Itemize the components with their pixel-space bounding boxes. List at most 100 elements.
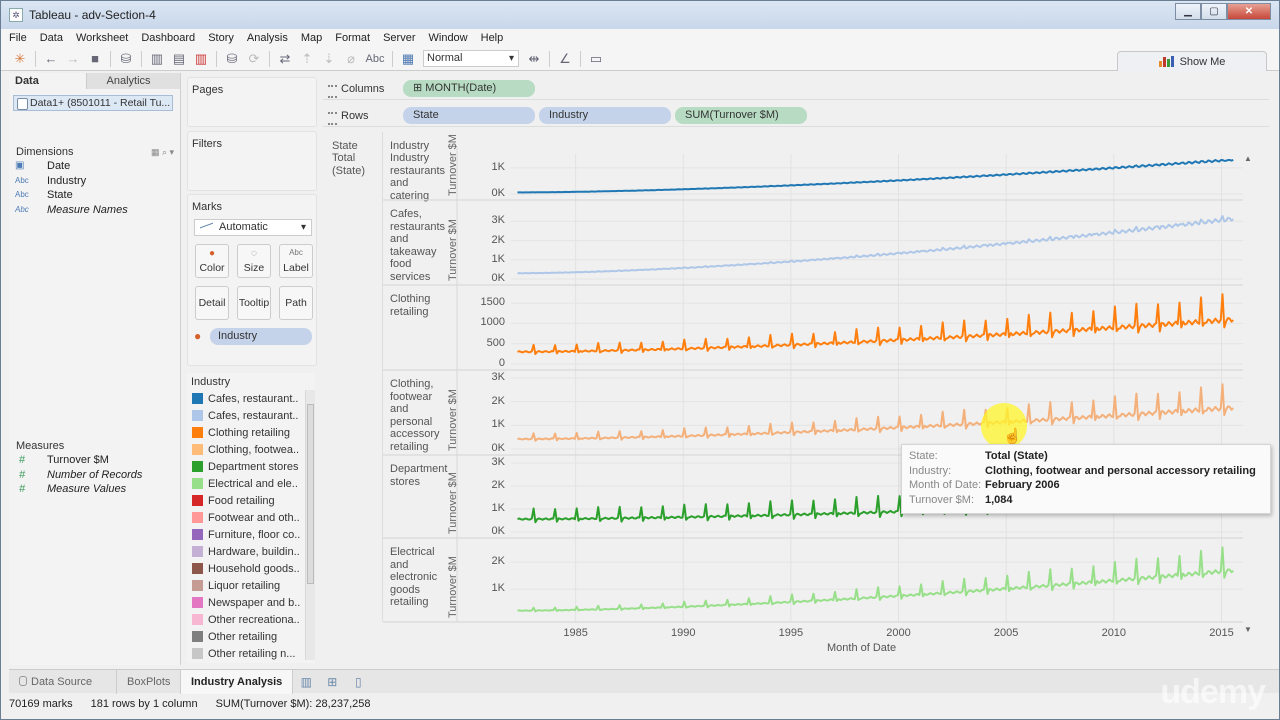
tooltip-button[interactable]: Tooltip <box>237 286 271 320</box>
menu-server[interactable]: Server <box>383 32 415 44</box>
swap-icon[interactable]: ⇄ <box>274 49 296 69</box>
legend-swatch <box>192 512 203 523</box>
industry-pill[interactable]: Industry <box>539 107 671 124</box>
fit-select[interactable]: Normal <box>423 50 519 67</box>
menu-dashboard[interactable]: Dashboard <box>141 32 195 44</box>
new-datasource-icon[interactable]: ⛁ <box>115 49 137 69</box>
legend-scrollbar[interactable] <box>305 390 315 660</box>
tab-analytics[interactable]: Analytics <box>85 73 180 89</box>
mark-type-select[interactable]: Automatic <box>194 219 312 236</box>
menu-help[interactable]: Help <box>481 32 504 44</box>
tooltip-key: Month of Date: <box>909 479 982 491</box>
sort-desc-icon[interactable]: ⇣ <box>318 49 340 69</box>
format-icon[interactable]: ∠ <box>554 49 576 69</box>
rows-shelf[interactable]: Rows State Industry SUM(Turnover $M) <box>323 105 1269 127</box>
new-worksheet-icon[interactable]: ▥ <box>146 49 168 69</box>
filters-card[interactable]: Filters <box>187 131 317 191</box>
legend-item[interactable]: Other retailing <box>187 628 315 645</box>
detail-button[interactable]: Detail <box>195 286 229 320</box>
sort-asc-icon[interactable]: ⇡ <box>296 49 318 69</box>
legend-item[interactable]: Clothing, footwea.. <box>187 441 315 458</box>
field-measure-names[interactable]: Abc Measure Names <box>9 203 180 218</box>
highlight-icon[interactable]: ▦ <box>397 49 419 69</box>
menu-worksheet[interactable]: Worksheet <box>76 32 128 44</box>
minimize-button[interactable]: ▁ <box>1175 3 1201 20</box>
series-line[interactable] <box>517 215 1234 275</box>
presentation-icon[interactable]: ▭ <box>585 49 607 69</box>
legend-swatch <box>192 444 203 455</box>
field-industry[interactable]: Abc Industry <box>9 174 180 189</box>
legend-item[interactable]: Other retailing n... <box>187 645 315 662</box>
legend-item[interactable]: Cafes, restaurant.. <box>187 407 315 424</box>
series-line[interactable] <box>517 383 1234 442</box>
save-icon[interactable]: ■ <box>84 49 106 69</box>
columns-shelf[interactable]: Columns ⊞ MONTH(Date) <box>323 78 1269 100</box>
fix-axes-icon[interactable]: ⇹ <box>523 49 545 69</box>
new-worksheet-icon[interactable]: ▥ <box>293 675 319 689</box>
field-turnover[interactable]: # Turnover $M <box>9 453 180 468</box>
sum-turnover-pill[interactable]: SUM(Turnover $M) <box>675 107 807 124</box>
legend-item[interactable]: Liquor retailing <box>187 577 315 594</box>
month-date-pill[interactable]: ⊞ MONTH(Date) <box>403 80 535 97</box>
color-button[interactable]: ● Color <box>195 244 229 278</box>
x-tick-label: 2010 <box>1101 627 1127 639</box>
view-scrollbar[interactable]: ▲ ▼ <box>1244 154 1256 634</box>
field-measure-values[interactable]: # Measure Values <box>9 482 180 497</box>
industry-color-pill[interactable]: Industry <box>210 328 312 345</box>
menu-analysis[interactable]: Analysis <box>247 32 288 44</box>
legend-item[interactable]: Clothing retailing <box>187 424 315 441</box>
tab-data-source[interactable]: Data Source <box>9 669 117 694</box>
tooltip-key: State: <box>909 450 938 462</box>
label-button[interactable]: Abc Label <box>279 244 313 278</box>
menu-file[interactable]: File <box>9 32 27 44</box>
legend-item[interactable]: Household goods.. <box>187 560 315 577</box>
pages-card[interactable]: Pages <box>187 77 317 127</box>
menu-story[interactable]: Story <box>208 32 234 44</box>
legend-item[interactable]: Cafes, restaurant.. <box>187 390 315 407</box>
menu-window[interactable]: Window <box>429 32 468 44</box>
menu-map[interactable]: Map <box>301 32 322 44</box>
legend-item[interactable]: Footwear and oth.. <box>187 509 315 526</box>
tab-industry-analysis[interactable]: Industry Analysis <box>181 669 294 694</box>
legend-item[interactable]: Other recreationa.. <box>187 611 315 628</box>
show-me-button[interactable]: Show Me <box>1117 51 1267 71</box>
legend-item[interactable]: Newspaper and b.. <box>187 594 315 611</box>
clear-sheet-icon[interactable]: ▥ <box>190 49 212 69</box>
pause-updates-icon[interactable]: ⛁ <box>221 49 243 69</box>
back-icon[interactable]: ← <box>40 49 62 69</box>
scroll-down-icon[interactable]: ▼ <box>1244 625 1252 634</box>
tab-data[interactable]: Data <box>9 73 86 89</box>
series-line[interactable] <box>517 159 1234 194</box>
scroll-up-icon[interactable]: ▲ <box>1244 154 1252 163</box>
close-button[interactable]: ✕ <box>1227 3 1271 20</box>
field-number-of-records[interactable]: # Number of Records <box>9 468 180 483</box>
series-line[interactable] <box>517 546 1234 613</box>
labels-button[interactable]: Abc <box>362 49 388 69</box>
group-icon[interactable]: ⌀ <box>340 49 362 69</box>
legend-scroll-thumb[interactable] <box>307 404 314 584</box>
filters-title: Filters <box>192 138 222 150</box>
field-state[interactable]: Abc State <box>9 188 180 203</box>
state-pill[interactable]: State <box>403 107 535 124</box>
duplicate-sheet-icon[interactable]: ▤ <box>168 49 190 69</box>
tableau-logo-icon[interactable]: ✳ <box>9 49 31 69</box>
size-button[interactable]: ◌ Size <box>237 244 271 278</box>
datasource-item[interactable]: Data1+ (8501011 - Retail Tu... <box>13 95 173 111</box>
refresh-icon[interactable]: ⟳ <box>243 49 265 69</box>
field-date[interactable]: ▣ Date <box>9 159 180 174</box>
maximize-button[interactable]: ▢ <box>1201 3 1227 20</box>
legend-item[interactable]: Department stores <box>187 458 315 475</box>
new-dashboard-icon[interactable]: ⊞ <box>319 675 345 689</box>
tab-boxplots[interactable]: BoxPlots <box>117 669 181 694</box>
legend-item[interactable]: Furniture, floor co.. <box>187 526 315 543</box>
forward-icon[interactable]: → <box>62 49 84 69</box>
legend-item[interactable]: Electrical and ele.. <box>187 475 315 492</box>
new-story-icon[interactable]: ▯ <box>345 675 371 689</box>
menu-data[interactable]: Data <box>40 32 63 44</box>
legend-item[interactable]: Hardware, buildin.. <box>187 543 315 560</box>
dimensions-controls[interactable]: ▦ ⌕ ▾ <box>151 145 174 159</box>
menu-format[interactable]: Format <box>335 32 370 44</box>
legend-item[interactable]: Food retailing <box>187 492 315 509</box>
menu-bar: File Data Worksheet Dashboard Story Anal… <box>1 29 1279 47</box>
path-button[interactable]: Path <box>279 286 313 320</box>
